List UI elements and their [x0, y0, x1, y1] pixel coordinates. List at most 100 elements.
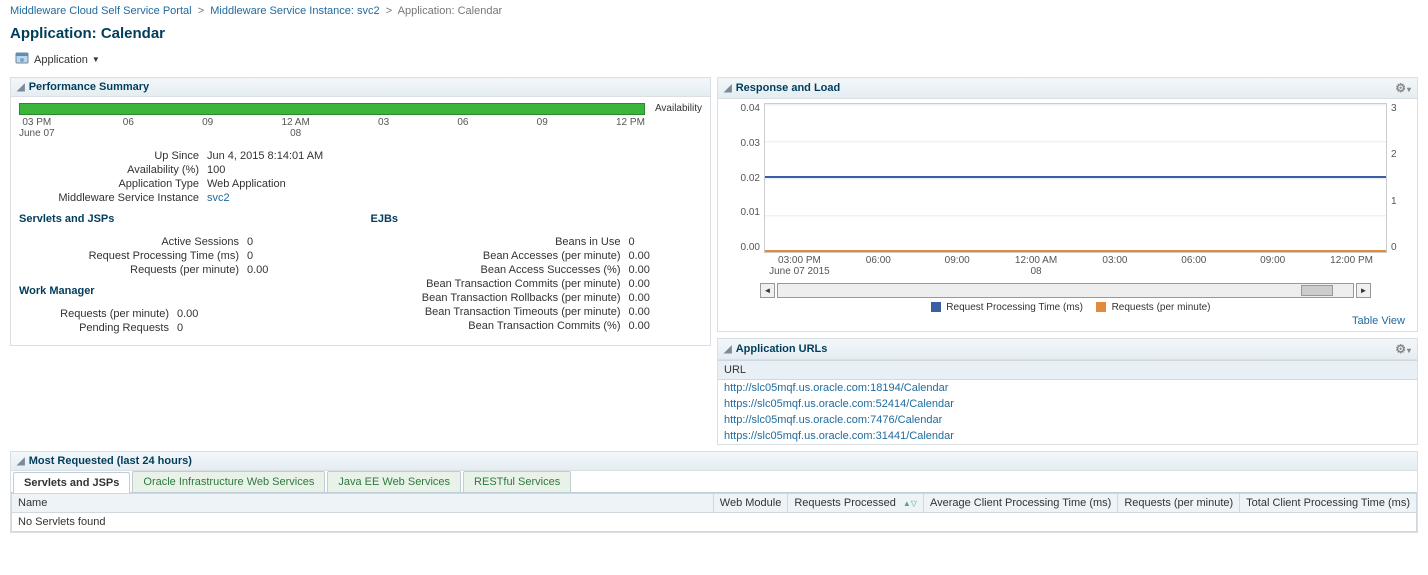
chart-legend: Request Processing Time (ms) Requests (p… — [720, 302, 1411, 313]
y-right-tick: 0 — [1391, 242, 1411, 253]
tab-link[interactable]: RESTful Services — [474, 476, 560, 488]
legend-label-1: Request Processing Time (ms) — [946, 302, 1083, 313]
ejb-row: Beans in Use0 — [371, 235, 703, 249]
ejb-value: 0 — [629, 236, 635, 248]
breadcrumb-portal[interactable]: Middleware Cloud Self Service Portal — [10, 5, 192, 17]
x-tick: 03:00 — [1076, 255, 1155, 277]
ejb-row: Bean Transaction Timeouts (per minute)0.… — [371, 305, 703, 319]
ejb-row: Bean Access Successes (%)0.00 — [371, 263, 703, 277]
avail-pct-value: 100 — [207, 164, 225, 176]
y-left-tick: 0.04 — [720, 103, 760, 114]
scroll-right-button[interactable]: ► — [1356, 283, 1371, 298]
wm-pending-value: 0 — [177, 322, 183, 334]
ejb-label: Bean Transaction Timeouts (per minute) — [371, 306, 629, 318]
performance-summary-title: Performance Summary — [29, 81, 149, 93]
avail-pct-label: Availability (%) — [19, 164, 207, 176]
ejb-label: Bean Access Successes (%) — [371, 264, 629, 276]
tab-servlets-and-jsps[interactable]: Servlets and JSPs — [13, 472, 130, 493]
app-url-link[interactable]: http://slc05mqf.us.oracle.com:7476/Calen… — [724, 414, 942, 426]
chart-scroll[interactable]: ◄ ► — [760, 283, 1371, 298]
ejb-row: Bean Accesses (per minute)0.00 — [371, 249, 703, 263]
ejb-label: Bean Accesses (per minute) — [371, 250, 629, 262]
ejb-label: Bean Transaction Rollbacks (per minute) — [371, 292, 629, 304]
ejb-label: Bean Transaction Commits (%) — [371, 320, 629, 332]
collapse-icon[interactable]: ◢ — [724, 83, 732, 94]
tab-java-ee-web-services[interactable]: Java EE Web Services — [327, 471, 461, 492]
ejb-label: Beans in Use — [371, 236, 629, 248]
ejb-label: Bean Transaction Commits (per minute) — [371, 278, 629, 290]
application-urls-panel: ◢ Application URLs ⚙ URL http://slc05mqf… — [717, 338, 1418, 445]
table-view-link[interactable]: Table View — [1352, 315, 1405, 327]
chart-plot-area — [764, 103, 1387, 253]
col-req-per-min[interactable]: Requests (per minute) — [1118, 494, 1240, 513]
app-url-link[interactable]: https://slc05mqf.us.oracle.com:31441/Cal… — [724, 430, 954, 442]
most-requested-panel: ◢ Most Requested (last 24 hours) Servlet… — [10, 451, 1418, 533]
wm-req-per-min-value: 0.00 — [177, 308, 198, 320]
active-sessions-label: Active Sessions — [19, 236, 247, 248]
x-tick: 06:00 — [1154, 255, 1233, 277]
legend-swatch-blue — [931, 302, 941, 312]
response-load-panel: ◢ Response and Load ⚙ 0.040.030.020.010.… — [717, 77, 1418, 332]
col-total-client-proc[interactable]: Total Client Processing Time (ms) — [1240, 494, 1417, 513]
tab-restful-services[interactable]: RESTful Services — [463, 471, 571, 492]
tab-oracle-infrastructure-web-services[interactable]: Oracle Infrastructure Web Services — [132, 471, 325, 492]
col-requests-processed[interactable]: Requests Processed ▲▽ — [788, 494, 924, 513]
x-tick: 03:00 PMJune 07 2015 — [760, 255, 839, 277]
y-right-tick: 2 — [1391, 149, 1411, 160]
availability-tick: 06 — [123, 117, 134, 139]
col-avg-client-proc[interactable]: Average Client Processing Time (ms) — [923, 494, 1117, 513]
x-tick: 09:00 — [918, 255, 997, 277]
y-right-tick: 3 — [1391, 103, 1411, 114]
legend-label-2: Requests (per minute) — [1112, 302, 1211, 313]
ejb-value: 0.00 — [629, 306, 650, 318]
y-left-tick: 0.02 — [720, 173, 760, 184]
ejb-row: Bean Transaction Commits (per minute)0.0… — [371, 277, 703, 291]
response-load-chart: 0.040.030.020.010.00 3210 — [720, 103, 1411, 253]
breadcrumb-instance[interactable]: Middleware Service Instance: svc2 — [210, 5, 379, 17]
chevron-down-icon: ▼ — [92, 55, 100, 64]
url-row: https://slc05mqf.us.oracle.com:31441/Cal… — [718, 428, 1417, 444]
col-requests-processed-label: Requests Processed — [794, 497, 896, 509]
work-manager-title: Work Manager — [19, 285, 351, 297]
url-row: https://slc05mqf.us.oracle.com:52414/Cal… — [718, 396, 1417, 412]
scroll-track[interactable] — [777, 283, 1354, 298]
breadcrumb-current: Application: Calendar — [398, 5, 503, 17]
availability-tick: 03 PMJune 07 — [19, 117, 55, 139]
breadcrumb: Middleware Cloud Self Service Portal > M… — [10, 5, 1418, 17]
availability-tick: 09 — [537, 117, 548, 139]
tab-link[interactable]: Oracle Infrastructure Web Services — [143, 476, 314, 488]
ejb-value: 0.00 — [629, 320, 650, 332]
gear-icon[interactable]: ⚙ — [1395, 342, 1411, 356]
wm-req-per-min-label: Requests (per minute) — [19, 308, 177, 320]
col-web-module[interactable]: Web Module — [713, 494, 788, 513]
collapse-icon[interactable]: ◢ — [724, 344, 732, 355]
mw-instance-link[interactable]: svc2 — [207, 192, 230, 204]
most-requested-title: Most Requested (last 24 hours) — [29, 455, 192, 467]
app-url-link[interactable]: http://slc05mqf.us.oracle.com:18194/Cale… — [724, 382, 948, 394]
app-url-link[interactable]: https://slc05mqf.us.oracle.com:52414/Cal… — [724, 398, 954, 410]
y-left-tick: 0.01 — [720, 207, 760, 218]
availability-bar — [19, 103, 645, 115]
ejb-row: Bean Transaction Rollbacks (per minute)0… — [371, 291, 703, 305]
mw-instance-label: Middleware Service Instance — [19, 192, 207, 204]
up-since-label: Up Since — [19, 150, 207, 162]
scroll-left-button[interactable]: ◄ — [760, 283, 775, 298]
ejbs-title: EJBs — [371, 213, 703, 225]
collapse-icon[interactable]: ◢ — [17, 456, 25, 467]
url-row: http://slc05mqf.us.oracle.com:7476/Calen… — [718, 412, 1417, 428]
y-right-tick: 1 — [1391, 196, 1411, 207]
ejb-value: 0.00 — [629, 292, 650, 304]
gear-icon[interactable]: ⚙ — [1395, 81, 1411, 95]
col-name[interactable]: Name — [12, 494, 714, 513]
ejb-row: Bean Transaction Commits (%)0.00 — [371, 319, 703, 333]
scroll-thumb[interactable] — [1301, 285, 1333, 296]
availability-tick: 12 PM — [616, 117, 645, 139]
tab-link[interactable]: Java EE Web Services — [338, 476, 450, 488]
availability-tick: 12 AM08 — [281, 117, 309, 139]
availability-tick: 09 — [202, 117, 213, 139]
url-column-header[interactable]: URL — [718, 360, 1417, 380]
application-menu[interactable]: Application ▼ — [10, 48, 104, 71]
y-left-tick: 0.00 — [720, 242, 760, 253]
x-tick: 12:00 AM08 — [997, 255, 1076, 277]
collapse-icon[interactable]: ◢ — [17, 82, 25, 93]
